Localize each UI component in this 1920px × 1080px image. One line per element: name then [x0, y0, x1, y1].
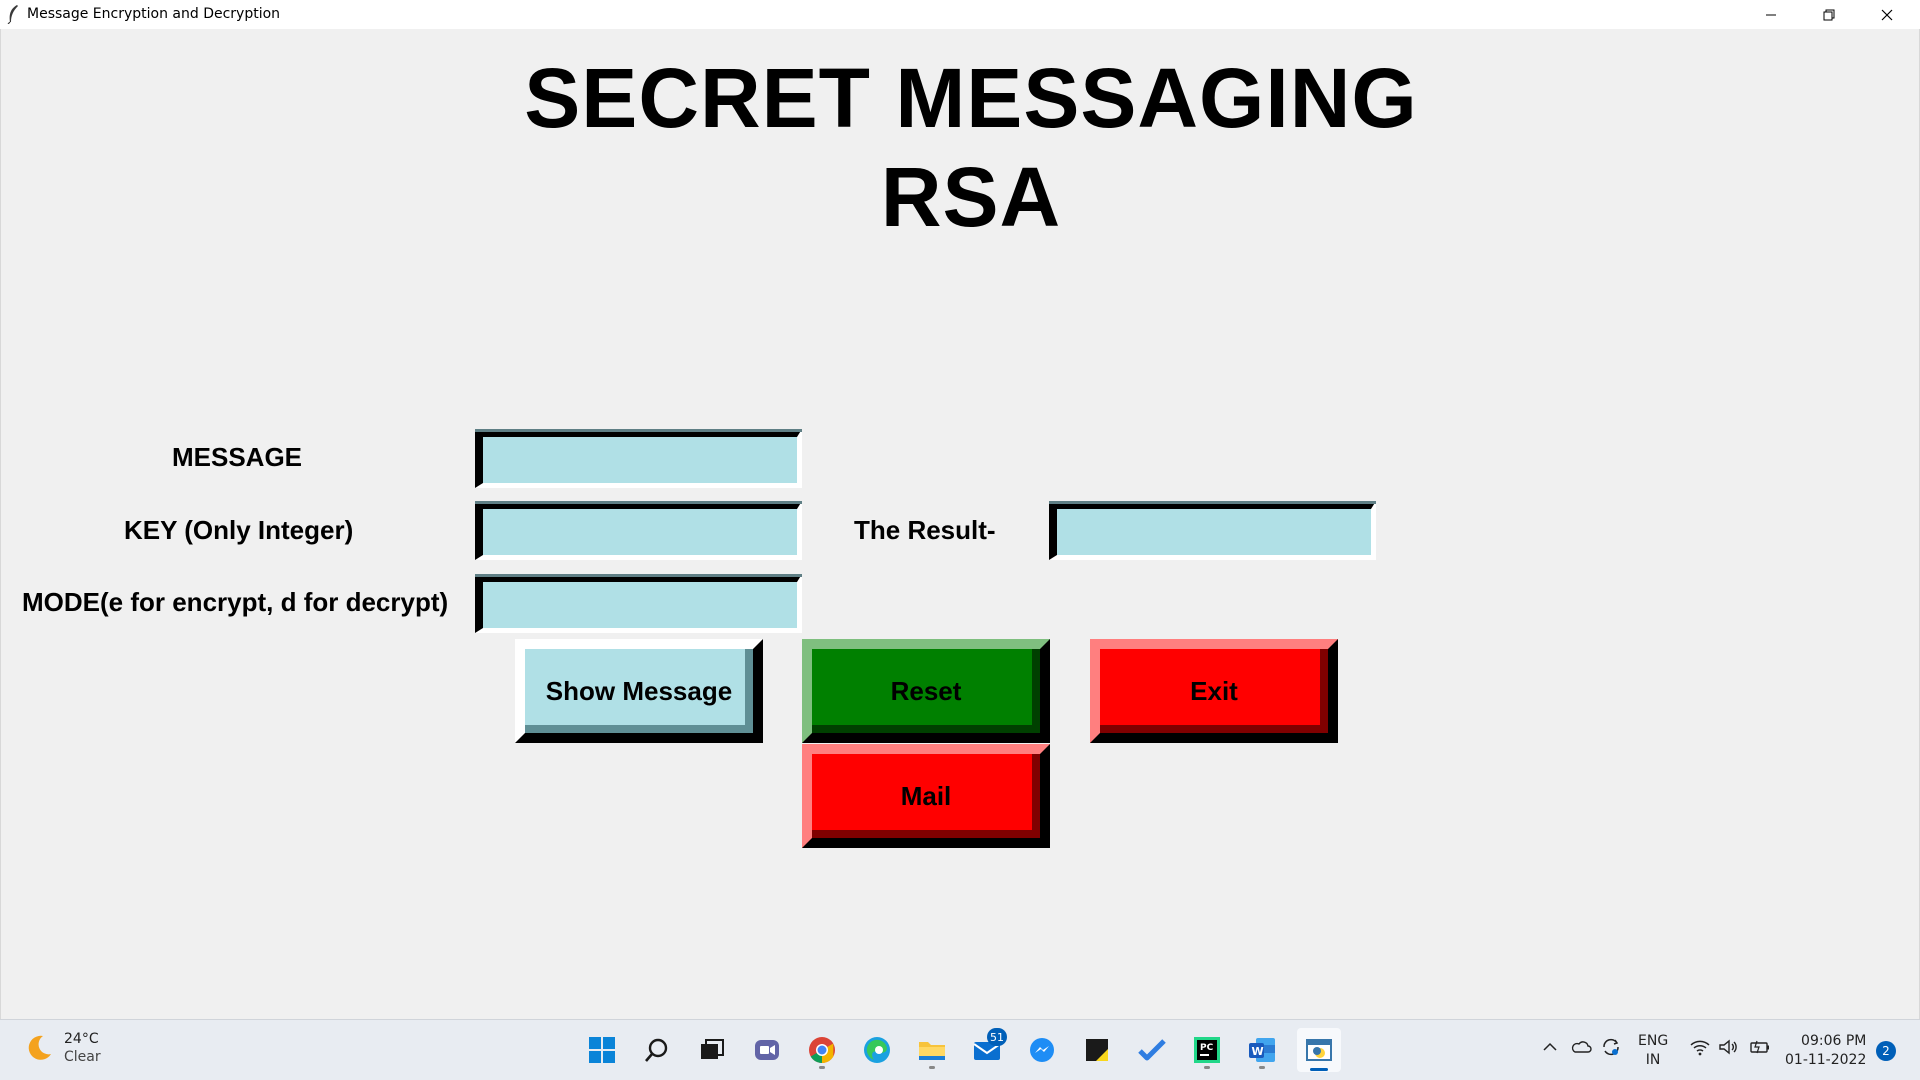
pycharm-button[interactable]: PC [1187, 1030, 1227, 1070]
weather-widget[interactable]: 24°C Clear [24, 1030, 101, 1066]
running-indicator [819, 1066, 825, 1069]
file-explorer-icon [919, 1042, 945, 1060]
mail-unread-badge: 51 [987, 1028, 1007, 1046]
clock-date: 01-11-2022 [1785, 1052, 1867, 1068]
page-title: SECRET MESSAGING [524, 51, 1418, 145]
battery-icon[interactable] [1749, 1038, 1771, 1056]
key-input[interactable] [483, 509, 797, 555]
word-icon: W [1249, 1038, 1275, 1062]
search-icon [645, 1038, 668, 1062]
weather-temperature: 24°C [64, 1031, 99, 1047]
windows-start-button[interactable] [582, 1030, 622, 1070]
wifi-icon[interactable] [1689, 1038, 1711, 1056]
result-field-frame [1049, 501, 1376, 560]
key-field-frame [475, 501, 802, 560]
pycharm-icon: PC [1194, 1037, 1220, 1063]
sync-icon[interactable] [1600, 1038, 1622, 1056]
result-label: The Result- [854, 515, 996, 545]
restore-button[interactable] [1800, 0, 1858, 29]
running-indicator [1204, 1066, 1210, 1069]
mail-button-taskbar[interactable]: 51 [967, 1028, 1007, 1070]
exit-label: Exit [1190, 675, 1238, 706]
close-icon [1881, 9, 1893, 20]
volume-icon[interactable] [1718, 1038, 1740, 1056]
exit-button[interactable]: Exit [1090, 639, 1338, 743]
window-titlebar: Message Encryption and Decryption [0, 0, 1920, 29]
mode-field-frame [475, 574, 802, 633]
message-field-frame [475, 429, 802, 488]
weather-condition: Clear [64, 1049, 101, 1065]
window-title: Message Encryption and Decryption [27, 6, 281, 22]
minimize-icon [1766, 14, 1776, 15]
search-button[interactable] [637, 1030, 677, 1070]
mode-input[interactable] [483, 582, 797, 628]
task-view-button[interactable] [692, 1030, 732, 1070]
active-indicator [1310, 1068, 1328, 1071]
moon-icon [28, 1035, 51, 1060]
onedrive-cloud-icon[interactable] [1570, 1038, 1592, 1056]
app-window-body: SECRET MESSAGING RSA MESSAGE KEY (Only I… [0, 29, 1920, 1019]
edge-icon [864, 1037, 890, 1063]
reset-label: Reset [890, 675, 962, 706]
reset-button[interactable]: Reset [802, 639, 1050, 743]
svg-text:PC: PC [1200, 1043, 1214, 1053]
result-output[interactable] [1057, 509, 1371, 555]
minimize-button[interactable] [1742, 0, 1800, 29]
show-message-button[interactable]: Show Message [515, 639, 763, 743]
key-label: KEY (Only Integer) [124, 515, 354, 545]
chrome-button[interactable] [802, 1030, 842, 1070]
taskbar: 24°C Clear 51 PC W ENG IN 09:06 PM 01-11… [0, 1019, 1920, 1080]
word-button[interactable]: W [1242, 1030, 1282, 1070]
close-button[interactable] [1858, 0, 1916, 29]
mail-button[interactable]: Mail [802, 744, 1050, 848]
region-code: IN [1645, 1052, 1661, 1068]
python-tk-icon [1306, 1039, 1332, 1061]
show-message-label: Show Message [545, 675, 733, 706]
teams-chat-icon [755, 1040, 779, 1060]
todo-icon [1138, 1039, 1166, 1061]
language-code: ENG [1638, 1033, 1669, 1049]
clock-time: 09:06 PM [1801, 1033, 1867, 1049]
message-input[interactable] [483, 437, 797, 483]
teams-chat-button[interactable] [747, 1030, 787, 1070]
sticky-notes-button[interactable] [1077, 1030, 1117, 1070]
chrome-icon [809, 1037, 835, 1064]
task-view-icon [701, 1039, 724, 1059]
mode-label: MODE(e for encrypt, d for decrypt) [22, 587, 449, 617]
running-indicator [1259, 1066, 1265, 1069]
message-label: MESSAGE [172, 442, 303, 472]
restore-icon [1823, 9, 1835, 20]
notification-count-badge[interactable]: 2 [1876, 1041, 1896, 1061]
python-tk-button[interactable] [1297, 1028, 1341, 1072]
todo-button[interactable] [1132, 1030, 1172, 1070]
feather-app-icon [7, 5, 18, 24]
messenger-button[interactable] [1022, 1030, 1062, 1070]
page-subtitle: RSA [880, 150, 1062, 244]
sticky-notes-icon [1086, 1039, 1108, 1061]
chevron-up-icon[interactable] [1541, 1038, 1559, 1056]
edge-button[interactable] [857, 1030, 897, 1070]
mail-label: Mail [900, 780, 952, 811]
system-clock[interactable]: 09:06 PM 01-11-2022 [1785, 1032, 1866, 1070]
windows-start-icon [589, 1037, 615, 1063]
running-indicator [929, 1066, 935, 1069]
language-indicator[interactable]: ENG IN [1638, 1032, 1668, 1070]
file-explorer-button[interactable] [912, 1030, 952, 1070]
messenger-icon [1030, 1038, 1054, 1062]
svg-text:W: W [1252, 1045, 1264, 1058]
